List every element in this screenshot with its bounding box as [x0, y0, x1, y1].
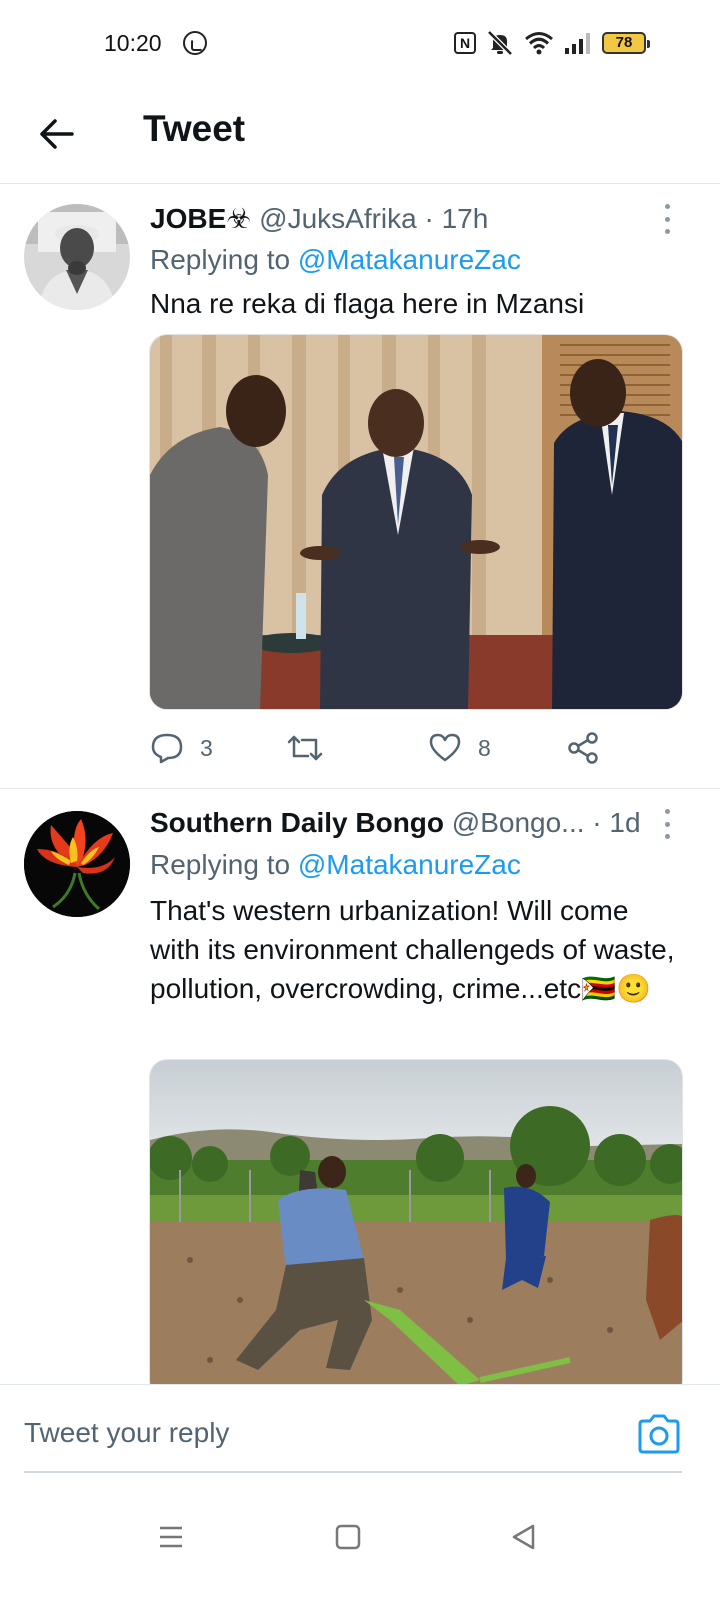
nfc-icon: N: [454, 32, 476, 54]
signal-icon: [565, 33, 590, 54]
avatar-image: [24, 204, 130, 310]
tweet-text: Nna re reka di flaga here in Mzansi: [150, 288, 585, 319]
menu-icon: [160, 1526, 182, 1548]
avatar[interactable]: [24, 204, 130, 310]
more-dot: [664, 834, 670, 839]
separator: ·: [424, 203, 434, 234]
battery-icon: 78: [602, 32, 650, 54]
back-button[interactable]: [34, 112, 78, 156]
reply-icon: [151, 733, 183, 764]
tweet-header: JOBE☣ @JuksAfrika · 17h: [150, 202, 488, 235]
home-button[interactable]: [323, 1512, 373, 1562]
reply-underline: [24, 1471, 682, 1473]
more-dot: [664, 216, 670, 222]
square-icon: [335, 1524, 361, 1550]
camera-icon: [638, 1414, 680, 1454]
page-title: Tweet: [143, 108, 246, 149]
user-handle[interactable]: @JuksAfrika: [259, 203, 417, 234]
avatar[interactable]: [24, 811, 130, 917]
reply-composer: [0, 1384, 720, 1484]
status-bar: 10:20 N 78: [0, 0, 720, 92]
more-dot: [664, 809, 670, 814]
retweet-button[interactable]: [286, 728, 340, 768]
whatsapp-icon: [183, 31, 207, 55]
tweet-time: 1d: [609, 807, 641, 838]
user-handle[interactable]: @Bongo...: [452, 807, 585, 838]
triangle-back-icon: [512, 1524, 535, 1550]
tweet-header: Southern Daily Bongo @Bongo... · 1d: [150, 807, 641, 839]
arrow-left-icon: [40, 119, 74, 149]
like-button[interactable]: 8: [428, 728, 491, 768]
mention-link[interactable]: @MatakanureZac: [298, 849, 521, 880]
photo-image: [150, 1060, 682, 1384]
replying-to: Replying to @MatakanureZac: [150, 849, 521, 881]
reply-input[interactable]: [24, 1405, 584, 1461]
mute-icon: [487, 30, 513, 56]
heart-icon: [429, 733, 461, 762]
more-dot: [664, 204, 670, 209]
system-navigation-bar: [0, 1486, 720, 1600]
photo-image: [150, 335, 682, 709]
tweet-reply[interactable]: Southern Daily Bongo @Bongo... · 1d Repl…: [0, 789, 720, 1384]
status-icons: N 78: [454, 30, 650, 56]
display-name[interactable]: Southern Daily Bongo: [150, 807, 444, 838]
more-options-button[interactable]: [660, 204, 674, 234]
status-time: 10:20: [104, 30, 162, 56]
retweet-icon: [287, 735, 323, 761]
avatar-image: [24, 811, 130, 917]
tweet-text: That's western urbanization! Will come w…: [150, 895, 675, 1004]
replying-to-label: Replying to: [150, 244, 298, 275]
share-icon: [568, 732, 598, 764]
camera-button[interactable]: [636, 1413, 682, 1455]
separator: ·: [592, 807, 602, 838]
replying-to: Replying to @MatakanureZac: [150, 244, 521, 276]
tweet-time: 17h: [441, 203, 489, 234]
tweet-photo[interactable]: [149, 334, 683, 710]
tweet-actions: 3 8: [150, 728, 610, 768]
top-app-bar: Tweet: [0, 92, 720, 184]
more-dot: [664, 821, 670, 827]
tweet-reply[interactable]: JOBE☣ @JuksAfrika · 17h Replying to @Mat…: [0, 184, 720, 788]
more-dot: [664, 229, 670, 234]
display-name[interactable]: JOBE☣: [150, 203, 251, 234]
wifi-icon: [525, 32, 553, 55]
reply-button[interactable]: 3: [150, 728, 213, 768]
reply-count: 3: [200, 734, 213, 761]
like-count: 8: [478, 734, 491, 761]
recents-button[interactable]: [146, 1512, 196, 1562]
mention-link[interactable]: @MatakanureZac: [298, 244, 521, 275]
tweet-photo[interactable]: [149, 1059, 683, 1384]
replying-to-label: Replying to: [150, 849, 298, 880]
share-button[interactable]: [566, 728, 600, 768]
more-options-button[interactable]: [660, 809, 674, 839]
back-nav-button[interactable]: [498, 1512, 548, 1562]
